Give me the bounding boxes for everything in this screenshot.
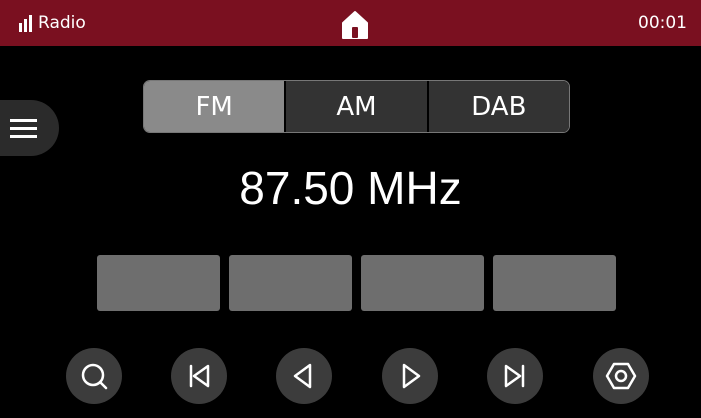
preset-button-2[interactable]: [229, 255, 352, 311]
home-icon: [342, 11, 368, 39]
tab-am[interactable]: AM: [284, 81, 427, 132]
frequency-display: 87.50 MHz: [239, 162, 462, 214]
search-icon: [81, 363, 108, 390]
status-bar: Radio 00:01: [0, 0, 701, 46]
skip-next-button[interactable]: [487, 348, 543, 404]
preset-button-4[interactable]: [493, 255, 616, 311]
seek-back-icon: [293, 363, 312, 389]
tab-label: FM: [195, 91, 233, 122]
preset-button-1[interactable]: [97, 255, 220, 311]
seek-back-button[interactable]: [276, 348, 332, 404]
search-button[interactable]: [66, 348, 122, 404]
seek-forward-button[interactable]: [382, 348, 438, 404]
signal-strength-icon: [19, 15, 32, 32]
home-button[interactable]: [340, 10, 370, 40]
tab-label: DAB: [471, 91, 527, 122]
settings-icon: [605, 362, 637, 390]
skip-previous-icon: [189, 364, 210, 388]
tab-fm[interactable]: FM: [144, 81, 285, 132]
skip-next-icon: [504, 364, 525, 388]
menu-button[interactable]: [0, 100, 59, 156]
tab-dab[interactable]: DAB: [426, 81, 569, 132]
band-selector: FM AM DAB: [143, 80, 570, 133]
menu-icon: [10, 119, 37, 138]
skip-previous-button[interactable]: [171, 348, 227, 404]
app-title: Radio: [38, 13, 86, 33]
tab-label: AM: [336, 91, 377, 122]
seek-forward-icon: [402, 363, 421, 389]
preset-button-3[interactable]: [361, 255, 484, 311]
settings-button[interactable]: [593, 348, 649, 404]
clock: 00:01: [638, 13, 687, 33]
